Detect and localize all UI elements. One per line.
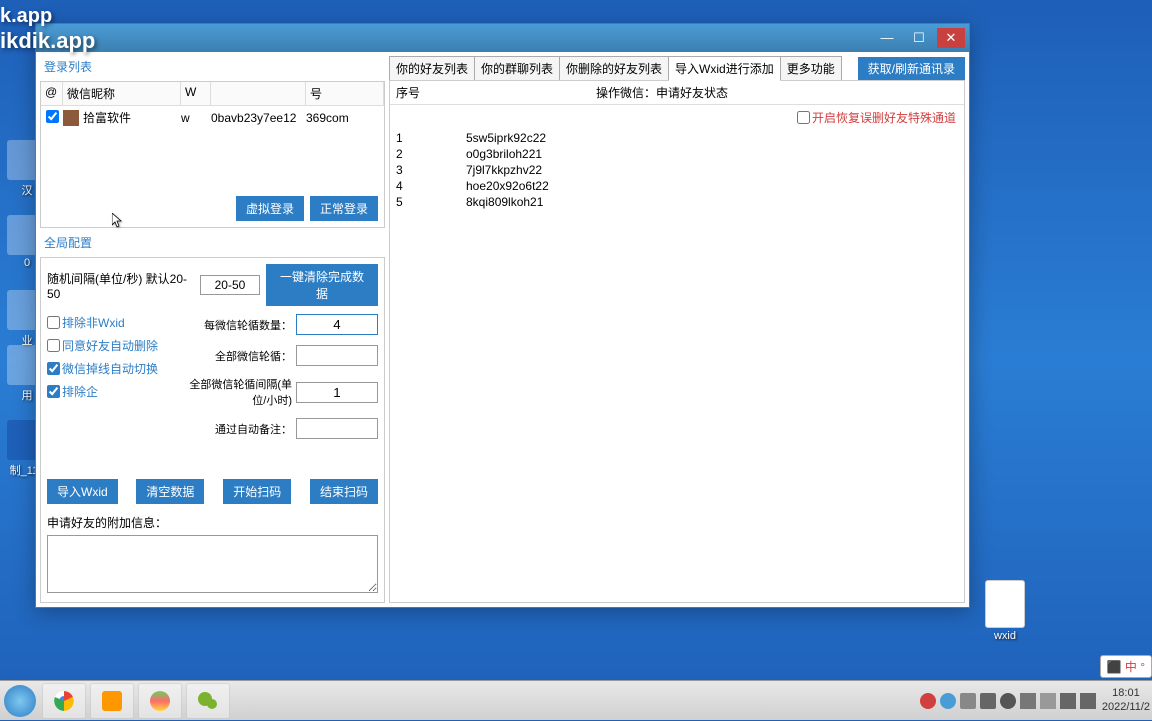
data-row[interactable]: 58kqi809lkoh21: [390, 194, 964, 210]
clear-data-button[interactable]: 清空数据: [136, 479, 204, 504]
tab-more[interactable]: 更多功能: [780, 56, 842, 81]
data-row[interactable]: 4hoe20x92o6t22: [390, 178, 964, 194]
friend-note-textarea[interactable]: [47, 535, 378, 593]
special-channel-checkbox[interactable]: [797, 111, 810, 124]
data-row[interactable]: 15sw5iprk92c22: [390, 130, 964, 146]
taskbar-wechat[interactable]: [186, 683, 230, 719]
all-wx-interval-label: 全部微信轮循间隔(单位/小时): [187, 376, 292, 408]
start-button[interactable]: [0, 681, 40, 721]
tray-icon[interactable]: [940, 693, 956, 709]
all-wx-interval-input[interactable]: [296, 382, 378, 403]
tray-icon[interactable]: [920, 693, 936, 709]
tray-icon[interactable]: [960, 693, 976, 709]
close-button[interactable]: ✕: [937, 28, 965, 48]
per-wx-loop-input[interactable]: [296, 314, 378, 335]
col-blank: [211, 82, 306, 105]
clock[interactable]: 18:01 2022/11/2: [1102, 687, 1150, 713]
login-list-title: 登录列表: [40, 56, 385, 77]
start-scan-button[interactable]: 开始扫码: [223, 479, 291, 504]
col-nickname: 微信昵称: [63, 82, 181, 105]
tray-volume-icon[interactable]: [1080, 693, 1096, 709]
data-row[interactable]: 37j9l7kkpzhv22: [390, 162, 964, 178]
taskbar-app3[interactable]: [138, 683, 182, 719]
tray-icon[interactable]: [1020, 693, 1036, 709]
login-row-checkbox[interactable]: [46, 110, 59, 123]
auto-switch-checkbox[interactable]: 微信掉线自动切换: [47, 360, 177, 377]
maximize-button[interactable]: ☐: [905, 28, 933, 48]
col-seq: 序号: [396, 84, 596, 101]
system-tray: 18:01 2022/11/2: [920, 687, 1152, 713]
login-list: @ 微信昵称 W 号 拾富软件 w 0bavb23y7ee12 369com 虚…: [40, 81, 385, 228]
desktop-file-wxid[interactable]: wxid: [980, 580, 1030, 642]
tabs: 你的好友列表 你的群聊列表 你删除的好友列表 导入Wxid进行添加 更多功能 获…: [389, 56, 965, 81]
minimize-button[interactable]: —: [873, 28, 901, 48]
col-w: W: [181, 82, 211, 105]
col-at: @: [41, 82, 63, 105]
tray-network-icon[interactable]: [1060, 693, 1076, 709]
tab-friends[interactable]: 你的好友列表: [389, 56, 475, 81]
config-area: 随机间隔(单位/秒) 默认20-50 一键清除完成数据 排除非Wxid 同意好友…: [40, 257, 385, 603]
col-status: 操作微信：申请好友状态: [596, 84, 958, 101]
watermark: k.app ikdik.app: [0, 5, 95, 54]
auto-remark-label: 通过自动备注：: [187, 421, 292, 437]
all-wx-loop-label: 全部微信轮循：: [187, 348, 292, 364]
login-row[interactable]: 拾富软件 w 0bavb23y7ee12 369com: [41, 106, 384, 129]
titlebar: — ☐ ✕: [36, 24, 969, 52]
account-icon: [63, 110, 79, 126]
clear-done-button[interactable]: 一键清除完成数据: [266, 264, 378, 306]
interval-label: 随机间隔(单位/秒) 默认20-50: [47, 270, 194, 301]
tab-import-wxid[interactable]: 导入Wxid进行添加: [668, 56, 781, 81]
tray-icon[interactable]: [1040, 693, 1056, 709]
friend-note-label: 申请好友的附加信息：: [47, 514, 378, 531]
taskbar-app2[interactable]: [90, 683, 134, 719]
refresh-contacts-button[interactable]: 获取/刷新通讯录: [858, 57, 965, 80]
interval-input[interactable]: [200, 275, 260, 295]
all-wx-loop-input[interactable]: [296, 345, 378, 366]
tab-groups[interactable]: 你的群聊列表: [474, 56, 560, 81]
col-num: 号: [306, 82, 384, 105]
auto-delete-checkbox[interactable]: 同意好友自动删除: [47, 337, 177, 354]
normal-login-button[interactable]: 正常登录: [310, 196, 378, 221]
tray-icon[interactable]: [980, 693, 996, 709]
exclude-wxid-checkbox[interactable]: 排除非Wxid: [47, 314, 177, 331]
special-channel-label: 开启恢复误删好友特殊通道: [812, 109, 956, 126]
cursor-icon: [112, 213, 124, 229]
main-window: — ☐ ✕ 登录列表 @ 微信昵称 W 号 拾富软件 w 0bavb23y7: [35, 23, 970, 608]
import-wxid-button[interactable]: 导入Wxid: [47, 479, 118, 504]
virtual-login-button[interactable]: 虚拟登录: [236, 196, 304, 221]
data-area: 序号 操作微信：申请好友状态 开启恢复误删好友特殊通道 15sw5iprk92c…: [389, 80, 965, 603]
per-wx-loop-label: 每微信轮循数量：: [187, 317, 292, 333]
data-row[interactable]: 2o0g3briloh221: [390, 146, 964, 162]
ime-badge[interactable]: ⬛ 中 °: [1100, 655, 1152, 678]
tray-icon[interactable]: [1000, 693, 1016, 709]
exclude-qi-checkbox[interactable]: 排除企: [47, 383, 177, 400]
taskbar: 18:01 2022/11/2: [0, 680, 1152, 720]
global-config-title: 全局配置: [40, 232, 385, 253]
tab-deleted[interactable]: 你删除的好友列表: [559, 56, 669, 81]
end-scan-button[interactable]: 结束扫码: [310, 479, 378, 504]
auto-remark-input[interactable]: [296, 418, 378, 439]
taskbar-chrome[interactable]: [42, 683, 86, 719]
